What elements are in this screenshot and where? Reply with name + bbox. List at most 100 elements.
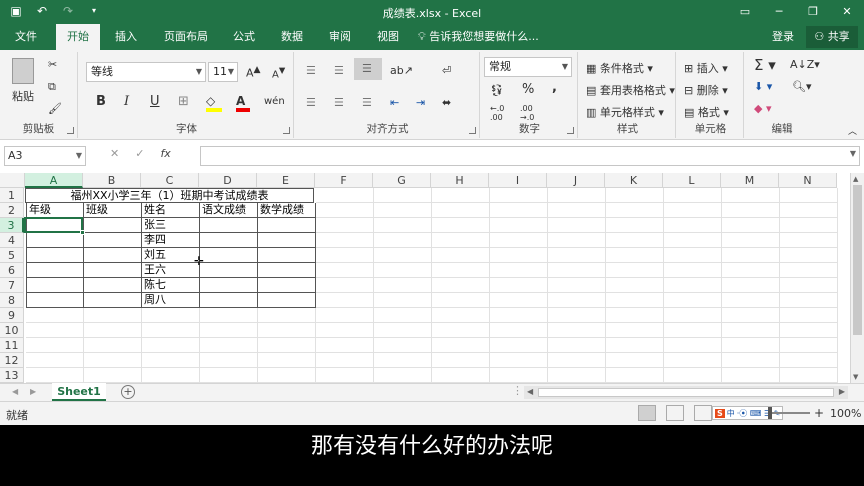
- cell-f5[interactable]: [316, 248, 374, 263]
- scroll-left-icon[interactable]: ◀: [527, 387, 533, 396]
- share-button[interactable]: ⚇ 共享: [806, 26, 858, 48]
- font-size-combo[interactable]: 11 ▼: [208, 62, 238, 82]
- fill-icon[interactable]: ⬇ ▾: [754, 80, 772, 93]
- expand-formula-icon[interactable]: ▼: [850, 149, 856, 158]
- borders-icon[interactable]: ⊞: [178, 94, 189, 109]
- cell-d13[interactable]: [200, 368, 258, 383]
- scroll-right-icon[interactable]: ▶: [839, 387, 845, 396]
- column-header-a[interactable]: A: [25, 173, 83, 188]
- name-box[interactable]: A3 ▼: [4, 146, 86, 166]
- cell-h1[interactable]: [432, 188, 490, 203]
- cell-j10[interactable]: [548, 323, 606, 338]
- cell-h4[interactable]: [432, 233, 490, 248]
- cell-j2[interactable]: [548, 203, 606, 218]
- collapse-ribbon-icon[interactable]: ︿: [848, 124, 857, 137]
- cell-i3[interactable]: [490, 218, 548, 233]
- cell-g7[interactable]: [374, 278, 432, 293]
- cell-a9[interactable]: [26, 308, 84, 323]
- cell-b10[interactable]: [84, 323, 142, 338]
- cell-b6[interactable]: [84, 263, 142, 278]
- cell-h13[interactable]: [432, 368, 490, 383]
- column-header-e[interactable]: E: [257, 173, 315, 188]
- cell-l2[interactable]: [664, 203, 722, 218]
- cell-d8[interactable]: [200, 293, 258, 308]
- cell-h3[interactable]: [432, 218, 490, 233]
- tell-me-box[interactable]: 💡︎ 告诉我您想要做什么...: [418, 24, 539, 50]
- cell-c3[interactable]: 张三: [142, 218, 200, 233]
- cell-a8[interactable]: [26, 293, 84, 308]
- row-header-10[interactable]: 10: [0, 323, 24, 338]
- cell-l6[interactable]: [664, 263, 722, 278]
- cell-j3[interactable]: [548, 218, 606, 233]
- fill-handle[interactable]: [80, 230, 85, 235]
- cell-g13[interactable]: [374, 368, 432, 383]
- cell-m10[interactable]: [722, 323, 780, 338]
- tab-file[interactable]: 文件: [4, 24, 48, 50]
- cell-e4[interactable]: [258, 233, 316, 248]
- enter-icon[interactable]: ✓: [135, 147, 144, 160]
- column-header-d[interactable]: D: [199, 173, 257, 188]
- page-break-view-icon[interactable]: [694, 405, 712, 421]
- scroll-up-icon[interactable]: ▲: [853, 175, 858, 183]
- cell-i1[interactable]: [490, 188, 548, 203]
- close-icon[interactable]: ✕: [830, 0, 864, 24]
- tab-review[interactable]: 审阅: [320, 24, 360, 50]
- cell-a11[interactable]: [26, 338, 84, 353]
- phonetic-guide-icon[interactable]: wén: [264, 96, 285, 107]
- cell-k9[interactable]: [606, 308, 664, 323]
- minimize-icon[interactable]: ─: [762, 0, 796, 24]
- cell-b7[interactable]: [84, 278, 142, 293]
- cell-n12[interactable]: [780, 353, 838, 368]
- cell-n4[interactable]: [780, 233, 838, 248]
- cell-n10[interactable]: [780, 323, 838, 338]
- row-header-9[interactable]: 9: [0, 308, 24, 323]
- percent-button[interactable]: %: [522, 82, 534, 97]
- cell-g5[interactable]: [374, 248, 432, 263]
- cell-c5[interactable]: 刘五: [142, 248, 200, 263]
- font-launcher-icon[interactable]: [283, 127, 290, 134]
- cell-i6[interactable]: [490, 263, 548, 278]
- cell-i2[interactable]: [490, 203, 548, 218]
- worksheet-grid[interactable]: A B C D E F G H I J K L M N 1 2 年级 班级 姓名 语文成绩 数学成绩 3 张三 4 李四 5 刘五 6…: [0, 173, 850, 383]
- cell-l1[interactable]: [664, 188, 722, 203]
- cell-a10[interactable]: [26, 323, 84, 338]
- cell-c12[interactable]: [142, 353, 200, 368]
- cell-k4[interactable]: [606, 233, 664, 248]
- cell-i7[interactable]: [490, 278, 548, 293]
- format-as-table-button[interactable]: ▤ 套用表格格式 ▾: [586, 82, 675, 98]
- find-select-icon[interactable]: 🔍︎▾: [792, 80, 812, 93]
- increase-indent-icon[interactable]: ⇥: [416, 96, 425, 109]
- cell-d7[interactable]: [200, 278, 258, 293]
- cancel-icon[interactable]: ✕: [110, 147, 119, 160]
- row-header-1[interactable]: 1: [0, 188, 24, 203]
- cell-k3[interactable]: [606, 218, 664, 233]
- copy-icon[interactable]: ⧉: [48, 80, 56, 94]
- cell-c2[interactable]: 姓名: [142, 203, 200, 218]
- cell-c7[interactable]: 陈七: [142, 278, 200, 293]
- cell-m6[interactable]: [722, 263, 780, 278]
- cell-f6[interactable]: [316, 263, 374, 278]
- cell-i10[interactable]: [490, 323, 548, 338]
- cell-d6[interactable]: [200, 263, 258, 278]
- row-header-3[interactable]: 3: [0, 218, 24, 233]
- font-name-combo[interactable]: 等线 ▼: [86, 62, 206, 82]
- cell-b9[interactable]: [84, 308, 142, 323]
- cell-i11[interactable]: [490, 338, 548, 353]
- autosum-icon[interactable]: Σ ▾: [754, 56, 776, 74]
- row-header-8[interactable]: 8: [0, 293, 24, 308]
- cell-j8[interactable]: [548, 293, 606, 308]
- align-left-icon[interactable]: ☰: [306, 96, 316, 109]
- cell-a13[interactable]: [26, 368, 84, 383]
- sort-filter-icon[interactable]: A↓Z▾: [790, 58, 820, 71]
- grow-font-icon[interactable]: A▲: [246, 64, 261, 80]
- cell-m8[interactable]: [722, 293, 780, 308]
- cut-icon[interactable]: ✂: [48, 58, 57, 71]
- cell-m3[interactable]: [722, 218, 780, 233]
- cell-m4[interactable]: [722, 233, 780, 248]
- cell-m13[interactable]: [722, 368, 780, 383]
- column-header-c[interactable]: C: [141, 173, 199, 188]
- cell-m11[interactable]: [722, 338, 780, 353]
- cell-c6[interactable]: 王六: [142, 263, 200, 278]
- cell-d4[interactable]: [200, 233, 258, 248]
- cell-f1[interactable]: [316, 188, 374, 203]
